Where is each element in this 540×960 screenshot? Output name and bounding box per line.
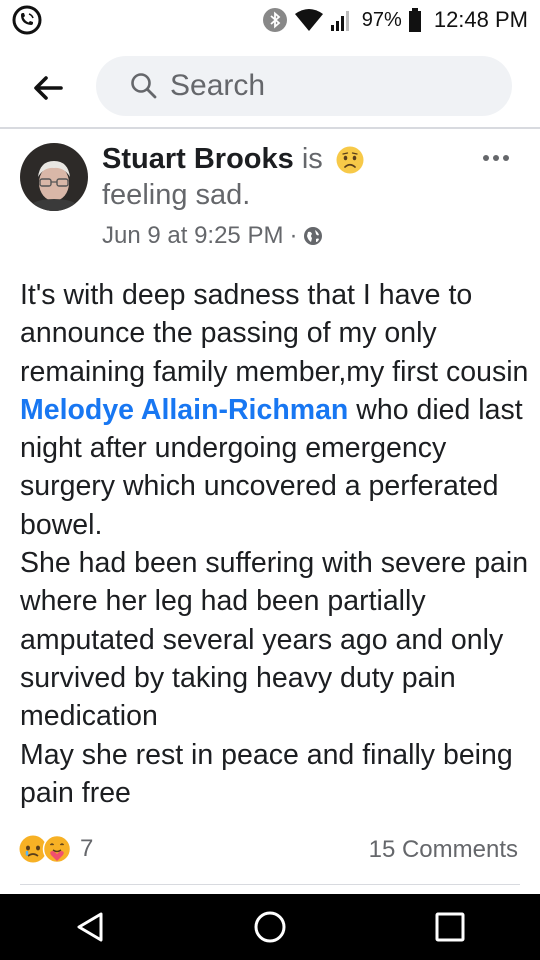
post-text-paragraph-3: May she rest in peace and finally being … [20, 738, 513, 809]
post-date[interactable]: Jun 9 at 9:25 PM [102, 222, 283, 250]
header-divider [0, 127, 540, 129]
post-header: Stuart Brooks is feeling sad. Jun 9 at 9… [102, 141, 472, 250]
feeling-text: feeling sad. [102, 179, 251, 211]
bluetooth-icon [262, 8, 287, 32]
care-reaction-icon [42, 834, 72, 864]
battery-percentage: 97% [361, 8, 402, 31]
post-meta: Jun 9 at 9:25 PM · [102, 222, 472, 250]
back-arrow-icon [34, 76, 63, 100]
comments-count-link[interactable]: 15 Comments [369, 836, 518, 864]
search-header: Search [0, 48, 540, 128]
nav-home-button[interactable] [240, 897, 300, 957]
status-left [12, 5, 42, 35]
post-text-paragraph-2: She had been suffering with severe pain … [20, 547, 529, 733]
phone-notification-icon [12, 5, 42, 35]
post-text-intro: It's with deep sadness that I have to an… [20, 279, 529, 388]
home-circle-icon [254, 911, 286, 943]
meta-separator: · [289, 222, 298, 249]
sad-face-icon [336, 146, 364, 174]
post-body: It's with deep sadness that I have to an… [20, 276, 530, 812]
back-button[interactable] [26, 66, 70, 110]
globe-icon [304, 227, 323, 245]
system-nav-bar [0, 894, 540, 960]
wifi-icon [294, 9, 323, 31]
footer-divider [20, 884, 520, 885]
search-input[interactable]: Search [96, 56, 512, 116]
reaction-summary[interactable]: 7 [18, 834, 93, 864]
search-icon [131, 73, 157, 99]
author-line: Stuart Brooks is [102, 141, 472, 177]
status-right: 97% 12:48 PM [262, 7, 528, 33]
clock: 12:48 PM [433, 7, 528, 32]
reaction-count: 7 [80, 835, 94, 862]
avatar[interactable] [20, 143, 88, 211]
more-options-icon[interactable] [478, 148, 514, 168]
nav-back-button[interactable] [60, 897, 120, 957]
recents-square-icon [435, 912, 465, 942]
battery-icon [408, 8, 421, 32]
author-verb: is [301, 143, 323, 175]
signal-icon [330, 11, 349, 31]
tagged-person-link[interactable]: Melodye Allain-Richman [20, 394, 348, 426]
back-triangle-icon [77, 912, 103, 942]
search-placeholder: Search [170, 69, 266, 102]
nav-recents-button[interactable] [420, 897, 480, 957]
status-bar: 97% 12:48 PM [0, 0, 540, 40]
author-name[interactable]: Stuart Brooks [102, 143, 294, 175]
